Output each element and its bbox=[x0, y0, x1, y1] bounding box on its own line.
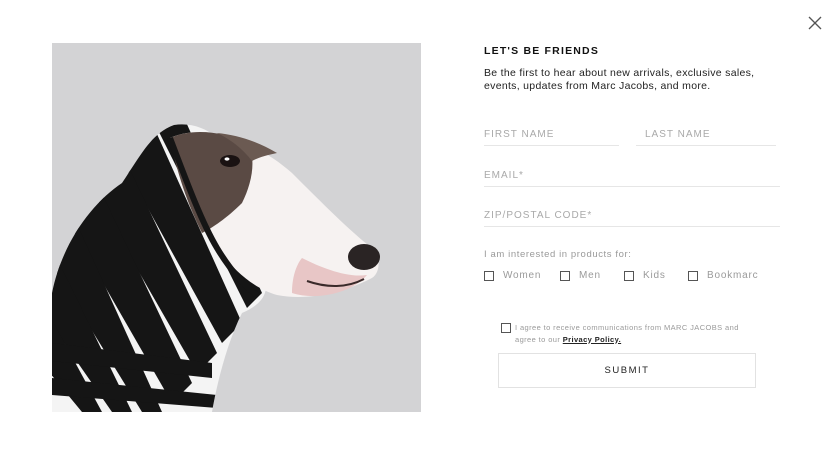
submit-button[interactable]: SUBMIT bbox=[498, 353, 756, 388]
form-intro: Be the first to hear about new arrivals,… bbox=[484, 67, 755, 92]
zip-placeholder: ZIP/POSTAL CODE* bbox=[484, 210, 593, 221]
checkbox-men[interactable] bbox=[560, 270, 570, 281]
checkbox-bookmarc[interactable] bbox=[688, 270, 698, 281]
interest-label-men: Men bbox=[579, 270, 601, 281]
signup-form: LET'S BE FRIENDS Be the first to hear ab… bbox=[484, 0, 784, 454]
interest-label-women: Women bbox=[503, 270, 542, 281]
last-name-placeholder: LAST NAME bbox=[645, 129, 711, 140]
interest-option-bookmarc[interactable]: Bookmarc bbox=[688, 270, 758, 281]
interest-label-bookmarc: Bookmarc bbox=[707, 270, 759, 281]
form-title: LET'S BE FRIENDS bbox=[484, 45, 600, 57]
zip-field[interactable]: ZIP/POSTAL CODE* bbox=[484, 206, 780, 227]
interest-option-men[interactable]: Men bbox=[560, 270, 601, 281]
consent-copy: I agree to receive communications from M… bbox=[515, 323, 739, 344]
promo-image bbox=[52, 43, 421, 412]
interest-label-kids: Kids bbox=[643, 270, 666, 281]
interest-option-kids[interactable]: Kids bbox=[624, 270, 666, 281]
last-name-field[interactable]: LAST NAME bbox=[636, 125, 776, 146]
privacy-policy-link[interactable]: Privacy Policy. bbox=[563, 335, 621, 344]
first-name-field[interactable]: FIRST NAME bbox=[484, 125, 619, 146]
dog-illustration bbox=[52, 43, 421, 412]
consent-text: I agree to receive communications from M… bbox=[501, 322, 761, 345]
first-name-placeholder: FIRST NAME bbox=[484, 129, 555, 140]
interest-option-women[interactable]: Women bbox=[484, 270, 541, 281]
email-field[interactable]: EMAIL* bbox=[484, 166, 780, 187]
close-icon[interactable] bbox=[806, 14, 824, 32]
consent-checkbox[interactable] bbox=[501, 323, 511, 333]
email-placeholder: EMAIL* bbox=[484, 170, 524, 181]
checkbox-women[interactable] bbox=[484, 270, 494, 281]
consent: I agree to receive communications from M… bbox=[501, 322, 761, 345]
checkbox-kids[interactable] bbox=[624, 270, 634, 281]
interest-label: I am interested in products for: bbox=[484, 249, 632, 260]
